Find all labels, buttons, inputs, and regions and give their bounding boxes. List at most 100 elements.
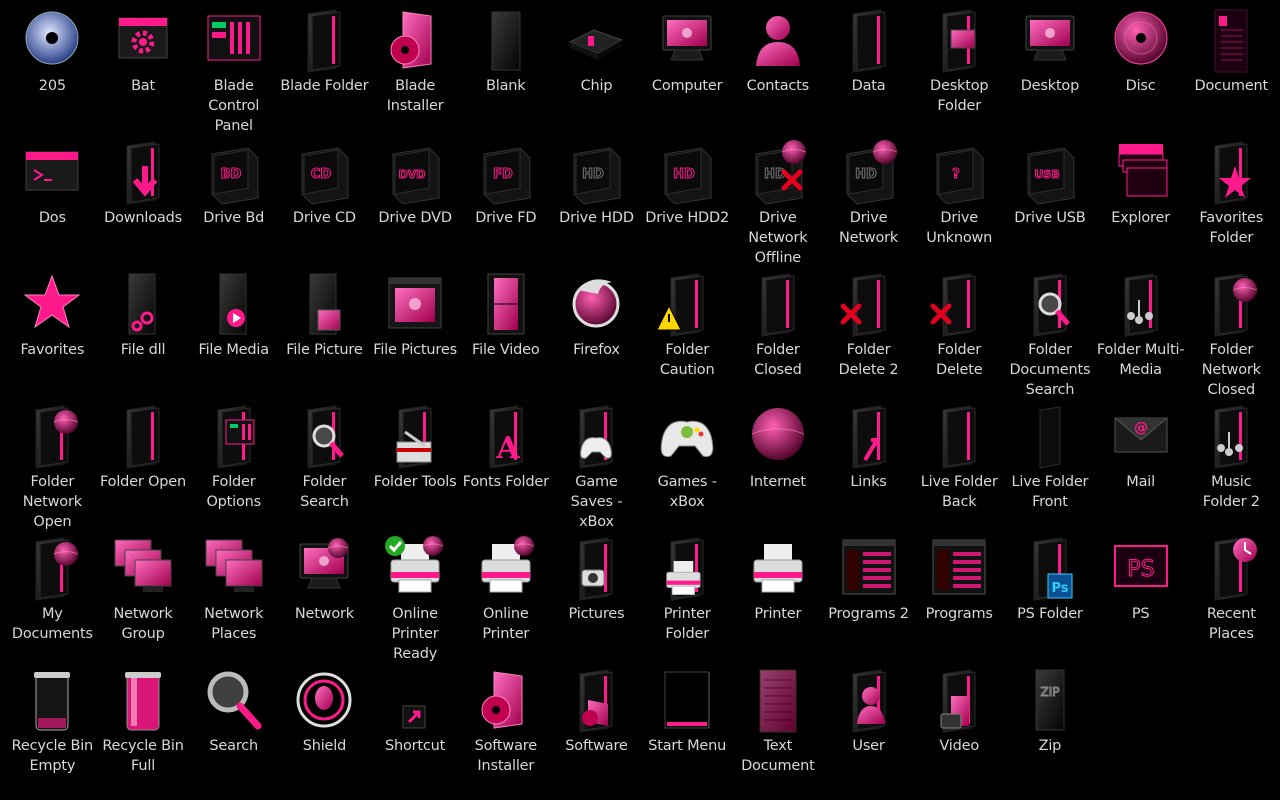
desktop-icon-network-places[interactable]: Network Places — [188, 534, 279, 666]
desktop-icon-drive-hdd2[interactable]: HD Drive HDD2 — [642, 138, 733, 270]
desktop-icon-drive-cd[interactable]: CD Drive CD — [279, 138, 370, 270]
desktop-icon-205[interactable]: 205 — [7, 6, 98, 138]
desktop-icon-zip[interactable]: ZIP Zip — [1005, 666, 1096, 798]
folder-user-icon — [837, 666, 901, 736]
desktop-icon-my-documents[interactable]: My Documents — [7, 534, 98, 666]
desktop-icon-printer-folder[interactable]: Printer Folder — [642, 534, 733, 666]
desktop-icon-live-folder-back[interactable]: Live Folder Back — [914, 402, 1005, 534]
desktop-icon-folder-network-open[interactable]: Folder Network Open — [7, 402, 98, 534]
desktop-icon-folder-network-closed[interactable]: Folder Network Closed — [1186, 270, 1277, 402]
desktop-icon-blade-installer[interactable]: Blade Installer — [370, 6, 461, 138]
desktop-icon-online-printer-ready[interactable]: Online Printer Ready — [370, 534, 461, 666]
desktop-icon-network-group[interactable]: Network Group — [98, 534, 189, 666]
desktop-icon-label: Chip — [580, 78, 613, 94]
desktop-icon-search[interactable]: Search — [188, 666, 279, 798]
desktop-icon-file-media[interactable]: File Media — [188, 270, 279, 402]
desktop-icon-folder-closed[interactable]: Folder Closed — [733, 270, 824, 402]
desktop-icon-file-video[interactable]: File Video — [460, 270, 551, 402]
desktop-icon-folder-tools[interactable]: Folder Tools — [370, 402, 461, 534]
desktop-icon-file-pictures[interactable]: File Pictures — [370, 270, 461, 402]
desktop-icon-blade-control-panel[interactable]: Blade Control Panel — [188, 6, 279, 138]
monitor-icon — [1018, 6, 1082, 76]
desktop-icon-document[interactable]: Document — [1186, 6, 1277, 138]
desktop-icon-video[interactable]: Video — [914, 666, 1005, 798]
desktop-icon-shortcut[interactable]: Shortcut — [370, 666, 461, 798]
desktop-icon-chip[interactable]: Chip — [551, 6, 642, 138]
desktop-icon-label: Favorites Folder — [1199, 210, 1264, 246]
desktop-icon-software[interactable]: Software — [551, 666, 642, 798]
desktop-icon-recycle-bin-full[interactable]: Recycle Bin Full — [98, 666, 189, 798]
desktop-icon-drive-bd[interactable]: BD Drive Bd — [188, 138, 279, 270]
desktop-icon-contacts[interactable]: Contacts — [733, 6, 824, 138]
desktop-icon-blank[interactable]: Blank — [460, 6, 551, 138]
desktop-icon-pictures[interactable]: Pictures — [551, 534, 642, 666]
svg-text:HD: HD — [583, 167, 605, 182]
desktop-icon-shield[interactable]: Shield — [279, 666, 370, 798]
desktop-icon-blade-folder[interactable]: Blade Folder — [279, 6, 370, 138]
desktop-icon-desktop-folder[interactable]: Desktop Folder — [914, 6, 1005, 138]
desktop-icon-label: Shield — [302, 738, 347, 754]
drive-icon: USB — [1018, 138, 1082, 208]
desktop-icon-mail[interactable]: @ Mail — [1095, 402, 1186, 534]
zip-icon: ZIP — [1018, 666, 1082, 736]
desktop-icon-folder-open[interactable]: Folder Open — [98, 402, 189, 534]
desktop-icon-fonts-folder[interactable]: A Fonts Folder — [460, 402, 551, 534]
desktop-icon-recent-places[interactable]: Recent Places — [1186, 534, 1277, 666]
desktop-icon-drive-usb[interactable]: USB Drive USB — [1005, 138, 1096, 270]
desktop-icon-dos[interactable]: Dos — [7, 138, 98, 270]
desktop-icon-label: Recycle Bin Empty — [11, 738, 94, 774]
desktop-icon-ps[interactable]: PS PS — [1095, 534, 1186, 666]
desktop-icon-label: Drive HDD2 — [645, 210, 730, 226]
desktop-icon-links[interactable]: Links — [823, 402, 914, 534]
desktop-icon-folder-documents-search[interactable]: Folder Documents Search — [1005, 270, 1096, 402]
desktop-icon-label: Folder Delete — [935, 342, 983, 378]
desktop-icon-favorites[interactable]: Favorites — [7, 270, 98, 402]
desktop-icon-label: File Pictures — [373, 342, 457, 358]
desktop-icon-live-folder-front[interactable]: Live Folder Front — [1005, 402, 1096, 534]
desktop-icon-data[interactable]: Data — [823, 6, 914, 138]
desktop-icon-programs[interactable]: Programs — [914, 534, 1005, 666]
desktop-icon-online-printer[interactable]: Online Printer — [460, 534, 551, 666]
desktop-icon-drive-unknown[interactable]: ? Drive Unknown — [914, 138, 1005, 270]
desktop-icon-start-menu[interactable]: Start Menu — [642, 666, 733, 798]
desktop-icon-ps-folder[interactable]: Ps PS Folder — [1005, 534, 1096, 666]
desktop-icon-desktop[interactable]: Desktop — [1005, 6, 1096, 138]
desktop-icon-folder-options[interactable]: Folder Options — [188, 402, 279, 534]
desktop-icon-music-folder-2[interactable]: Music Folder 2 — [1186, 402, 1277, 534]
svg-text:PS: PS — [1127, 557, 1154, 582]
desktop-icon-favorites-folder[interactable]: Favorites Folder — [1186, 138, 1277, 270]
desktop-icon-game-saves-xbox[interactable]: Game Saves - xBox — [551, 402, 642, 534]
desktop-icon-folder-multi-media[interactable]: Folder Multi-Media — [1095, 270, 1186, 402]
desktop-icon-software-installer[interactable]: Software Installer — [460, 666, 551, 798]
svg-text:FD: FD — [493, 167, 513, 182]
desktop-icon-downloads[interactable]: Downloads — [98, 138, 189, 270]
desktop-icon-folder-delete-2[interactable]: Folder Delete 2 — [823, 270, 914, 402]
desktop-icon-bat[interactable]: Bat — [98, 6, 189, 138]
desktop-icon-label: Start Menu — [648, 738, 727, 754]
desktop-icon-label: Network — [294, 606, 354, 622]
desktop-icon-folder-search[interactable]: Folder Search — [279, 402, 370, 534]
desktop-icon-disc[interactable]: Disc — [1095, 6, 1186, 138]
desktop-icon-drive-network[interactable]: HD Drive Network — [823, 138, 914, 270]
desktop-icon-drive-network-offline[interactable]: HD Drive Network Offline — [733, 138, 824, 270]
desktop-icon-printer[interactable]: Printer — [733, 534, 824, 666]
desktop-icon-file-dll[interactable]: File dll — [98, 270, 189, 402]
desktop-icon-drive-fd[interactable]: FD Drive FD — [460, 138, 551, 270]
desktop-icon-file-picture[interactable]: File Picture — [279, 270, 370, 402]
desktop-icon-computer[interactable]: Computer — [642, 6, 733, 138]
desktop-icon-folder-caution[interactable]: Folder Caution — [642, 270, 733, 402]
desktop-icon-explorer[interactable]: Explorer — [1095, 138, 1186, 270]
desktop-icon-network[interactable]: Network — [279, 534, 370, 666]
desktop-icon-label: Printer Folder — [663, 606, 711, 642]
desktop-icon-recycle-bin-empty[interactable]: Recycle Bin Empty — [7, 666, 98, 798]
folder-media-icon — [1199, 402, 1263, 472]
desktop-icon-games-xbox[interactable]: Games - xBox — [642, 402, 733, 534]
desktop-icon-user[interactable]: User — [823, 666, 914, 798]
desktop-icon-internet[interactable]: Internet — [733, 402, 824, 534]
desktop-icon-drive-dvd[interactable]: DVD Drive DVD — [370, 138, 461, 270]
desktop-icon-programs-2[interactable]: Programs 2 — [823, 534, 914, 666]
desktop-icon-firefox[interactable]: Firefox — [551, 270, 642, 402]
desktop-icon-text-document[interactable]: Text Document — [733, 666, 824, 798]
desktop-icon-drive-hdd[interactable]: HD Drive HDD — [551, 138, 642, 270]
desktop-icon-folder-delete[interactable]: Folder Delete — [914, 270, 1005, 402]
